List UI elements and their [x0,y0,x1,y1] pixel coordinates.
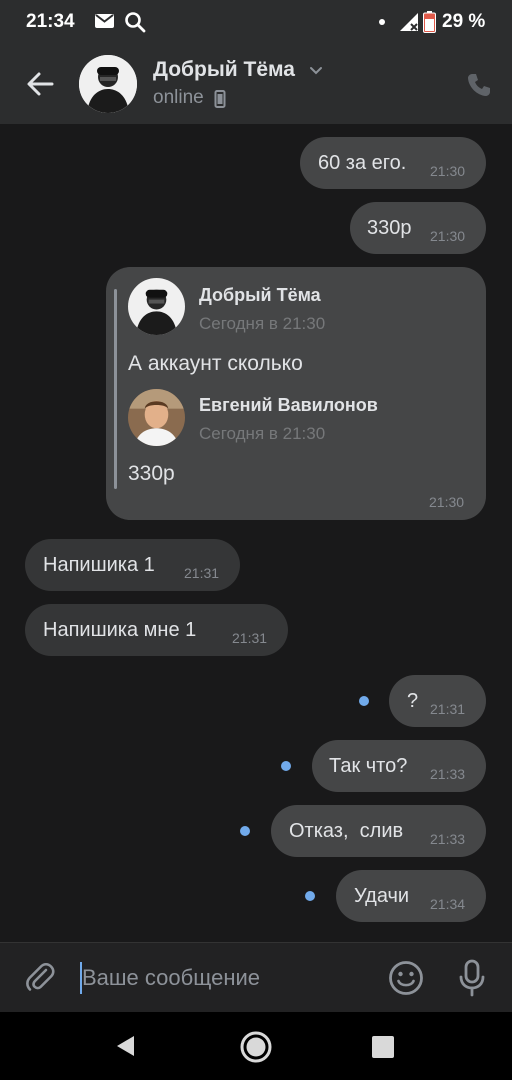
message-text: Напишика 1 [43,554,155,576]
back-arrow-icon[interactable] [26,70,54,98]
search-icon [125,12,146,33]
unread-dot-icon [281,761,291,771]
message-out-4[interactable]: Так что? 21:33 [312,740,486,792]
battery-icon [423,11,436,33]
message-time: 21:33 [430,766,466,782]
battery-percent: 29 % [442,11,486,32]
forwarded-text: А аккаунт сколько [128,352,303,375]
avatar-image [128,389,185,446]
phone-icon[interactable] [466,72,492,98]
message-in-1[interactable]: Напишика 1 21:31 [25,539,240,591]
message-composer [0,942,512,1012]
avatar-image [79,55,137,113]
forwarded-date: Сегодня в 21:30 [199,314,326,333]
message-in-2[interactable]: Напишика мне 1 21:31 [25,604,288,656]
forwarded-author-avatar[interactable] [128,278,185,335]
forward-indicator-line [114,289,117,489]
message-text: Удачи [354,885,410,907]
emoji-icon[interactable] [388,960,424,996]
message-text: 330р [367,217,412,239]
forwarded-author-name[interactable]: Добрый Тёма [199,285,321,306]
contact-name[interactable]: Добрый Тёма [153,58,295,82]
message-input[interactable] [82,957,372,999]
message-text: ? [407,690,419,712]
message-time: 21:31 [232,630,268,646]
nav-home-icon[interactable] [238,1029,274,1065]
message-time: 21:34 [430,896,466,912]
message-text: Напишика мне 1 [43,619,197,641]
message-text: Отказ, слив [289,820,404,842]
nested-author-avatar[interactable] [128,389,185,446]
message-time: 21:30 [430,163,466,179]
mobile-phone-icon [214,90,226,108]
nested-date: Сегодня в 21:30 [199,424,326,443]
message-time: 21:30 [429,494,465,510]
message-time: 21:31 [430,701,466,717]
message-text: 60 за его. [318,152,407,174]
system-navigation-bar [0,1012,512,1080]
chat-header: Добрый Тёма online [0,44,512,124]
status-bar: 21:34 29 % [0,0,512,44]
contact-status: online [153,87,204,108]
nested-text: 330р [128,462,175,485]
unread-dot-icon [359,696,369,706]
contact-avatar[interactable] [79,55,137,113]
message-text: Так что? [329,755,408,777]
forwarded-message[interactable]: Добрый Тёма Сегодня в 21:30 А аккаунт ск… [106,267,486,520]
nav-recents-icon[interactable] [372,1036,394,1058]
message-out-3[interactable]: ? 21:31 [389,675,486,727]
message-time: 21:31 [184,565,220,581]
message-out-5[interactable]: Отказ, слив 21:33 [271,805,486,857]
message-out-1[interactable]: 60 за его. 21:30 [300,137,486,189]
microphone-icon[interactable] [456,959,488,997]
chevron-down-icon[interactable] [308,65,324,77]
paperclip-icon[interactable] [24,961,56,993]
mail-icon [95,14,114,28]
unread-dot-icon [305,891,315,901]
signal-icon [400,13,418,31]
message-out-2[interactable]: 330р 21:30 [350,202,486,254]
message-time: 21:30 [430,228,466,244]
nested-author-name[interactable]: Евгений Вавилонов [199,395,378,416]
unread-dot-icon [240,826,250,836]
message-out-6[interactable]: Удачи 21:34 [336,870,486,922]
avatar-image [128,278,185,335]
status-time: 21:34 [26,11,75,32]
message-time: 21:33 [430,831,466,847]
notification-dot-icon [379,19,385,25]
nav-back-icon[interactable] [114,1034,138,1058]
